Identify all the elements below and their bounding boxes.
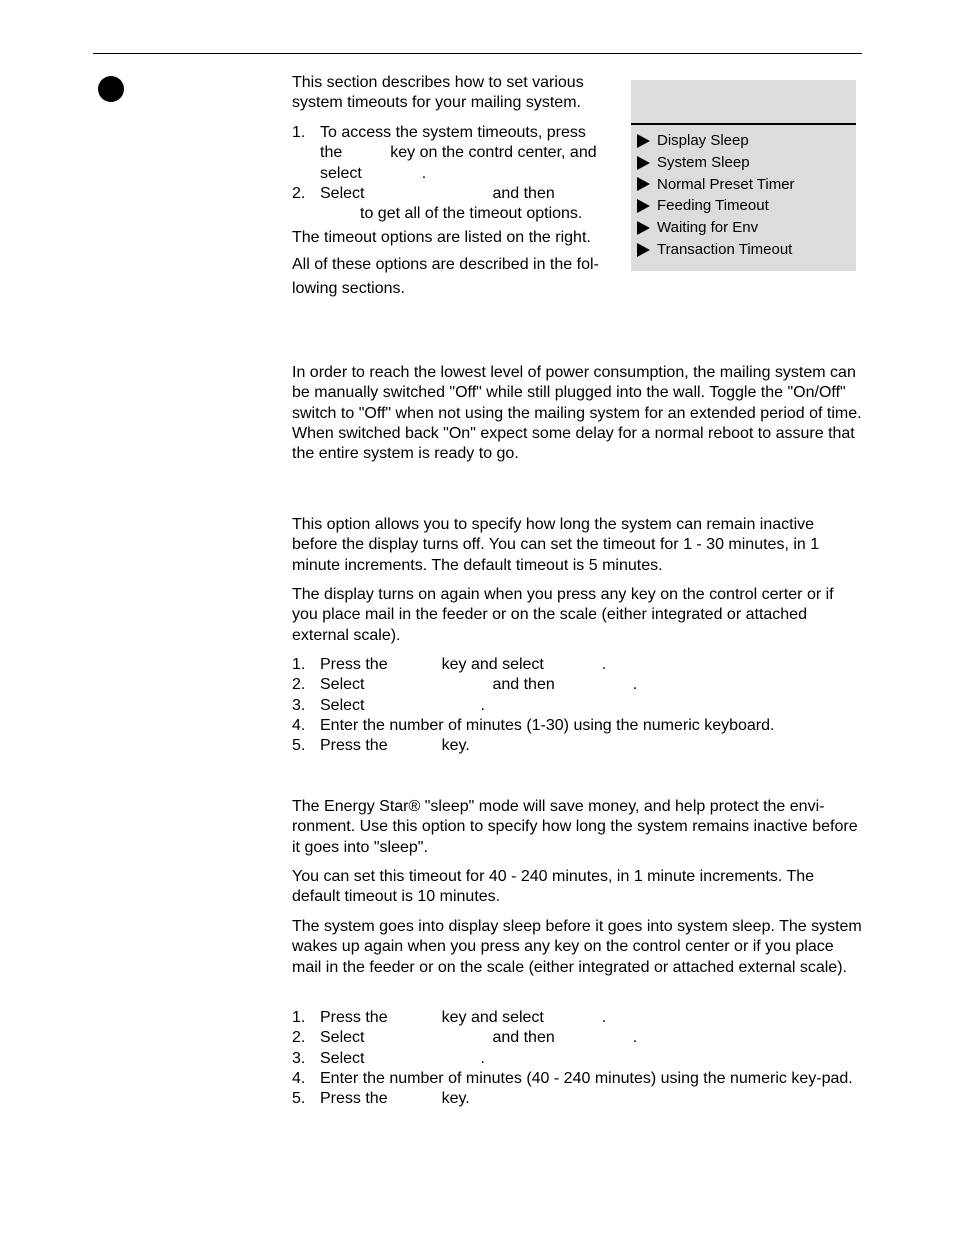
triangle-right-icon bbox=[637, 133, 650, 148]
system-sleep-p2: You can set this timeout for 40 - 240 mi… bbox=[292, 868, 815, 906]
system-step-2: 2. Select and then. bbox=[292, 1029, 638, 1047]
option-waiting-for-env: Waiting for Env bbox=[637, 217, 795, 239]
panel-divider bbox=[631, 123, 856, 125]
display-step-5: 5. Press the key. bbox=[292, 737, 470, 755]
display-sleep-p2: The display turns on again when you pres… bbox=[292, 586, 834, 644]
display-step-4: 4. Enter the number of minutes (1-30) usi… bbox=[292, 716, 775, 734]
header-rule bbox=[93, 53, 862, 54]
intro-step-2: 2. Select and then to get all of the time… bbox=[292, 184, 583, 223]
option-display-sleep: Display Sleep bbox=[637, 130, 795, 152]
system-sleep-p1: The Energy Star® "sleep" mode will save … bbox=[292, 798, 858, 856]
display-sleep-p1: This option allows you to specify how lo… bbox=[292, 516, 820, 574]
triangle-right-icon bbox=[637, 242, 650, 257]
option-feeding-timeout: Feeding Timeout bbox=[637, 195, 795, 217]
timeout-options-list: Display Sleep System Sleep Normal Preset… bbox=[637, 130, 795, 261]
display-step-3: 3. Select. bbox=[292, 696, 485, 714]
system-step-1: 1. Press the key and select. bbox=[292, 1009, 607, 1026]
section-marker-icon bbox=[98, 76, 124, 102]
power-paragraph: In order to reach the lowest level of po… bbox=[292, 364, 862, 463]
triangle-right-icon bbox=[637, 221, 650, 236]
display-step-1: 1. Press the key and select. bbox=[292, 656, 607, 673]
intro-note-2: All of these options are described in th… bbox=[292, 256, 599, 297]
system-step-5: 5. Press the key. bbox=[292, 1090, 470, 1108]
system-sleep-p3: The system goes into display sleep befor… bbox=[292, 918, 862, 976]
option-normal-preset-timer: Normal Preset Timer bbox=[637, 174, 795, 196]
triangle-right-icon bbox=[637, 177, 650, 192]
system-step-3: 3. Select. bbox=[292, 1049, 485, 1067]
system-step-4: 4. Enter the number of minutes (40 - 240 … bbox=[292, 1069, 853, 1087]
triangle-right-icon bbox=[637, 155, 650, 170]
option-transaction-timeout: Transaction Timeout bbox=[637, 239, 795, 261]
timeout-options-panel: Display Sleep System Sleep Normal Preset… bbox=[631, 80, 856, 271]
intro-steps: 1. To access the system timeouts, press … bbox=[292, 123, 627, 224]
intro-note-1: The timeout options are listed on the ri… bbox=[292, 229, 591, 246]
intro-step-1: 1. To access the system timeouts, press … bbox=[292, 124, 597, 182]
display-step-2: 2. Select and then. bbox=[292, 676, 638, 694]
option-system-sleep: System Sleep bbox=[637, 152, 795, 174]
display-sleep-steps: 1. Press the key and select. 2. Select and t… bbox=[292, 655, 862, 756]
intro-paragraph: This section describes how to set variou… bbox=[292, 74, 584, 112]
triangle-right-icon bbox=[637, 199, 650, 214]
system-sleep-steps: 1. Press the key and select. 2. Select and t… bbox=[292, 1008, 862, 1109]
